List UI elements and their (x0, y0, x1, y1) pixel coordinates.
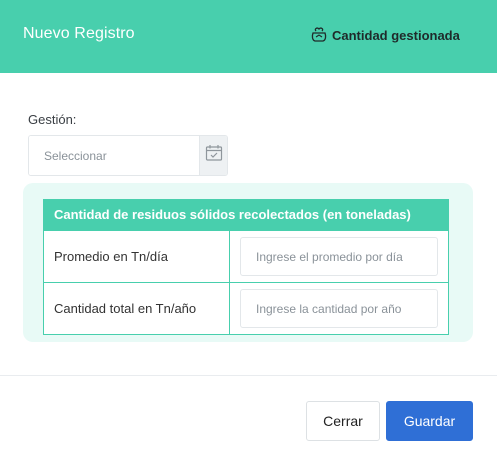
footer-divider (0, 375, 497, 376)
row-cell-total (230, 283, 448, 334)
gestion-label: Gestión: (28, 112, 77, 127)
row-label-total: Cantidad total en Tn/año (44, 283, 230, 334)
gestion-input-group (28, 135, 228, 176)
table-row: Cantidad total en Tn/año (44, 282, 448, 334)
table-header: Cantidad de residuos sólidos recolectado… (44, 200, 448, 230)
gestion-input[interactable] (29, 136, 199, 175)
close-button[interactable]: Cerrar (306, 401, 380, 441)
total-input[interactable] (240, 289, 438, 328)
calendar-icon (205, 144, 223, 167)
modal-title: Nuevo Registro (23, 25, 135, 42)
calendar-button[interactable] (199, 136, 227, 175)
save-button[interactable]: Guardar (386, 401, 473, 441)
promedio-input[interactable] (240, 237, 438, 276)
row-cell-promedio (230, 231, 448, 282)
recycle-bag-icon (310, 27, 328, 43)
row-label-promedio: Promedio en Tn/día (44, 231, 230, 282)
modal-header: Nuevo Registro Cantidad gestionada (0, 0, 497, 73)
header-badge: Cantidad gestionada (310, 27, 460, 43)
header-badge-label: Cantidad gestionada (332, 27, 460, 43)
residuos-table: Cantidad de residuos sólidos recolectado… (43, 199, 449, 335)
table-row: Promedio en Tn/día (44, 230, 448, 282)
